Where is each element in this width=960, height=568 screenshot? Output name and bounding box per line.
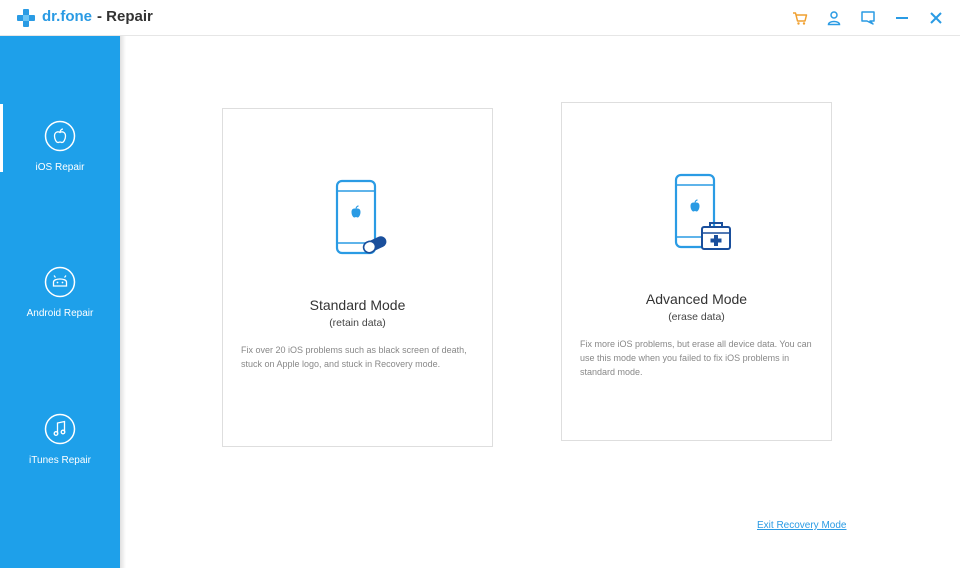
feedback-icon[interactable] (856, 6, 880, 30)
window-title: - Repair (97, 8, 153, 25)
advanced-mode-card[interactable]: Advanced Mode (erase data) Fix more iOS … (561, 102, 832, 441)
standard-mode-card[interactable]: Standard Mode (retain data) Fix over 20 … (222, 108, 493, 447)
mode-subtitle: (retain data) (329, 317, 386, 329)
sidebar-item-label: iTunes Repair (29, 455, 91, 466)
sidebar-item-itunes-repair[interactable]: iTunes Repair (0, 413, 120, 523)
sidebar-item-android-repair[interactable]: Android Repair (0, 266, 120, 376)
sidebar-shadow (120, 36, 126, 568)
phone-medkit-icon (674, 173, 731, 250)
music-note-icon (44, 413, 76, 445)
brand-name: dr.fone (42, 8, 93, 25)
mode-description: Fix more iOS problems, but erase all dev… (580, 339, 812, 377)
cart-icon[interactable] (788, 6, 812, 30)
account-icon[interactable] (822, 6, 846, 30)
apple-icon (44, 120, 76, 152)
sidebar-item-label: Android Repair (26, 308, 94, 319)
close-icon[interactable] (924, 6, 948, 30)
exit-recovery-mode-link[interactable]: Exit Recovery Mode (757, 520, 846, 531)
sidebar: iOS Repair Android Repair iTunes Repair (0, 36, 120, 568)
sidebar-item-label: iOS Repair (35, 162, 85, 173)
mode-title: Advanced Mode (645, 291, 748, 307)
title-bar: dr.fone - Repair (0, 0, 960, 36)
drfone-logo-icon (17, 9, 35, 27)
mode-description: Fix over 20 iOS problems such as black s… (241, 345, 467, 369)
mode-title: Standard Mode (309, 297, 406, 313)
android-icon (44, 266, 76, 298)
phone-pill-icon (335, 179, 387, 255)
window-controls (788, 6, 948, 30)
sidebar-item-ios-repair[interactable]: iOS Repair (0, 104, 120, 230)
minimize-icon[interactable] (890, 6, 914, 30)
mode-subtitle: (erase data) (668, 311, 725, 323)
